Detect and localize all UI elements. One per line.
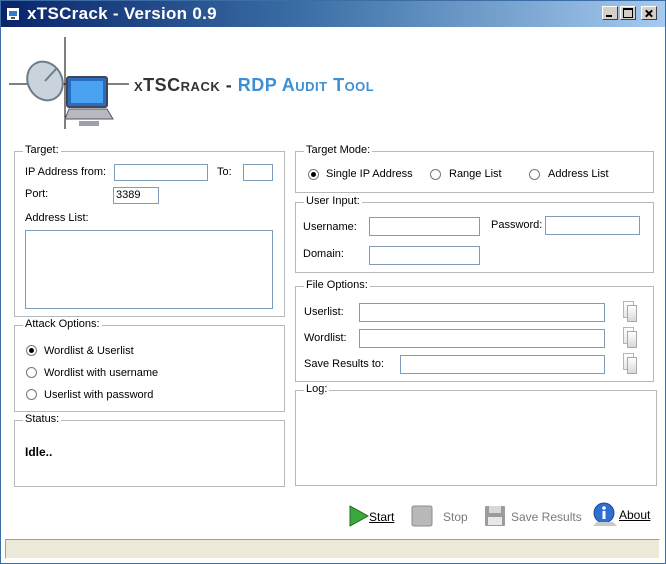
- title-bar[interactable]: xTSCrack - Version 0.9: [1, 1, 665, 27]
- radio-single-ip[interactable]: [308, 169, 319, 180]
- stop-button-label: Stop: [443, 510, 468, 524]
- close-button[interactable]: [641, 6, 657, 20]
- radio-range-list[interactable]: [430, 169, 441, 180]
- user-input-legend: User Input:: [304, 195, 362, 207]
- port-label: Port:: [25, 188, 49, 200]
- domain-label: Domain:: [303, 248, 344, 260]
- browse-userlist-folder-icon[interactable]: [621, 301, 637, 323]
- target-group: Target: IP Address from: To: Port: 3389 …: [14, 144, 285, 317]
- app-window: xTSCrack - Version 0.9 xTSCrack - RDP Au…: [0, 0, 666, 564]
- address-list-textarea[interactable]: [25, 230, 273, 309]
- save-results-path-field[interactable]: [400, 355, 605, 374]
- ip-to-field[interactable]: [243, 164, 273, 181]
- radio-address-list[interactable]: [529, 169, 540, 180]
- password-label: Password:: [491, 219, 543, 231]
- port-field[interactable]: 3389: [113, 187, 159, 204]
- stop-icon: [411, 505, 433, 527]
- save-results-button-label: Save Results: [511, 510, 582, 524]
- about-button-label: About: [619, 508, 651, 522]
- username-field[interactable]: [369, 217, 480, 236]
- file-options-group: File Options: Userlist: Wordlist: Save R…: [295, 279, 654, 382]
- mode-range-list-label[interactable]: Range List: [449, 168, 502, 180]
- option-userlist-with-password-label[interactable]: Userlist with password: [44, 389, 153, 401]
- target-mode-legend: Target Mode:: [304, 144, 373, 156]
- ip-to-label: To:: [217, 166, 232, 178]
- mode-address-list-label[interactable]: Address List: [548, 168, 609, 180]
- option-wordlist-with-username-label[interactable]: Wordlist with username: [44, 367, 158, 379]
- start-button[interactable]: Start: [347, 504, 397, 530]
- password-field[interactable]: [545, 216, 640, 235]
- file-options-legend: File Options:: [304, 279, 370, 291]
- target-legend: Target:: [23, 144, 61, 156]
- username-label: Username:: [303, 221, 357, 233]
- mode-single-ip-label[interactable]: Single IP Address: [326, 168, 413, 180]
- brand-name: xTSCrack: [134, 75, 221, 95]
- browse-wordlist-folder-icon[interactable]: [621, 327, 637, 349]
- radio-userlist-with-password[interactable]: [26, 389, 37, 400]
- app-icon[interactable]: [6, 7, 20, 21]
- brand-heading: xTSCrack - RDP Audit Tool: [134, 75, 374, 96]
- brand-subtitle: RDP Audit Tool: [237, 75, 375, 95]
- ip-from-label: IP Address from:: [25, 166, 107, 178]
- save-results-label: Save Results to:: [304, 358, 385, 370]
- brand-separator: -: [220, 75, 238, 95]
- target-mode-group: Target Mode: Single IP Address Range Lis…: [295, 144, 654, 193]
- attack-options-legend: Attack Options:: [23, 318, 102, 330]
- status-group: Status: Idle..: [14, 413, 285, 487]
- stop-button[interactable]: Stop: [410, 504, 470, 530]
- radio-wordlist-with-username[interactable]: [26, 367, 37, 378]
- floppy-disk-icon: [485, 506, 505, 526]
- log-group: Log:: [295, 383, 657, 486]
- browse-save-results-folder-icon[interactable]: [621, 353, 637, 375]
- save-results-button[interactable]: Save Results: [483, 504, 583, 530]
- about-button[interactable]: About: [593, 502, 653, 528]
- status-legend: Status:: [23, 413, 62, 425]
- info-icon: [593, 502, 617, 526]
- radio-wordlist-userlist[interactable]: [26, 345, 37, 356]
- minimize-button[interactable]: [602, 6, 618, 20]
- user-input-group: User Input: Username: Password: Domain:: [295, 195, 654, 273]
- start-button-label: Start: [369, 510, 395, 524]
- maximize-button[interactable]: [620, 6, 636, 20]
- option-wordlist-userlist-label[interactable]: Wordlist & Userlist: [44, 345, 134, 357]
- log-legend: Log:: [304, 383, 330, 395]
- wordlist-label: Wordlist:: [304, 332, 347, 344]
- userlist-label: Userlist:: [304, 306, 344, 318]
- wordlist-path-field[interactable]: [359, 329, 605, 348]
- play-icon: [349, 505, 370, 527]
- attack-options-group: Attack Options: Wordlist & Userlist Word…: [14, 318, 285, 412]
- ip-from-field[interactable]: [114, 164, 208, 181]
- window-title: xTSCrack - Version 0.9: [27, 4, 217, 23]
- domain-field[interactable]: [369, 246, 480, 265]
- log-output[interactable]: [297, 399, 655, 484]
- userlist-path-field[interactable]: [359, 303, 605, 322]
- address-list-label: Address List:: [25, 212, 89, 224]
- status-bar: [5, 539, 660, 559]
- satellite-monitor-logo-icon: [9, 37, 129, 129]
- status-text: Idle..: [25, 445, 53, 459]
